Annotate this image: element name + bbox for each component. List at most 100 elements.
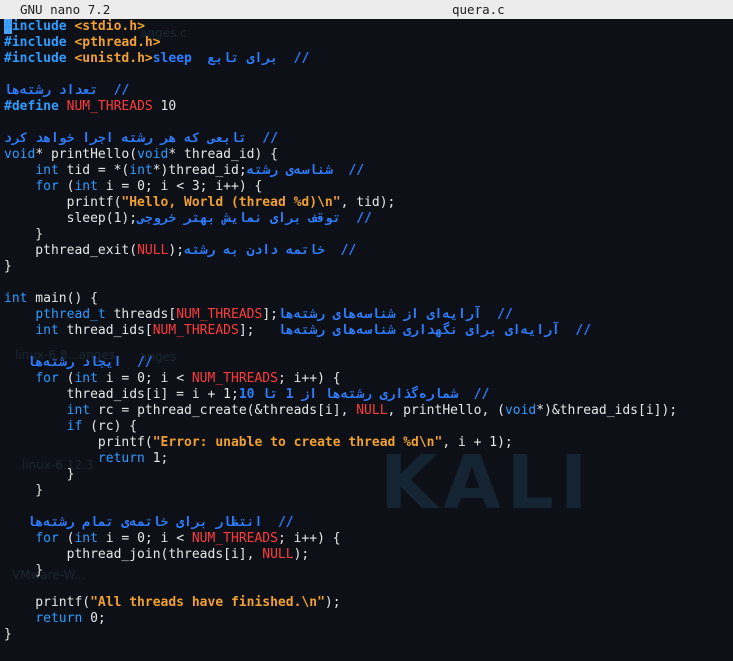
code-token: int — [74, 371, 98, 386]
code-line[interactable]: printf("Error: unable to create thread %… — [0, 435, 733, 451]
code-line[interactable]: return 1; — [0, 451, 733, 467]
code-line[interactable]: #include <unistd.h>// برای تابع sleep — [0, 51, 733, 67]
code-line[interactable] — [0, 275, 733, 291]
code-line[interactable]: pthread_exit(NULL);// خاتمه دادن به رشته — [0, 243, 733, 259]
code-line[interactable]: int rc = pthread_create(&threads[i], NUL… — [0, 403, 733, 419]
code-token: *)&thread_ids[i]); — [536, 403, 678, 418]
code-token: void — [137, 147, 169, 162]
code-token: // تعداد رشته‌ها — [4, 83, 130, 98]
code-token: NUM_THREADS — [191, 371, 278, 386]
code-line[interactable] — [0, 499, 733, 515]
code-line[interactable]: #define NUM_THREADS 10 — [0, 99, 733, 115]
code-line[interactable]: for (int i = 0; i < NUM_THREADS; i++) { — [0, 531, 733, 547]
code-token: int — [4, 291, 28, 306]
code-token: 1; — [144, 451, 169, 466]
code-token: sleep(1); — [4, 211, 138, 226]
code-token: return — [97, 451, 145, 466]
code-line[interactable]: #include <pthread.h> — [0, 35, 733, 51]
code-token: } — [4, 259, 12, 274]
code-token: printf( — [4, 435, 153, 450]
code-line[interactable]: for (int i = 0; i < 3; i++) { — [0, 179, 733, 195]
code-token: // برای تابع sleep — [152, 51, 310, 66]
code-token: 10 — [152, 99, 177, 114]
code-line[interactable]: int main() { — [0, 291, 733, 307]
code-token: // خاتمه دادن به رشته — [184, 243, 357, 258]
code-line[interactable]: } — [0, 627, 733, 643]
code-line[interactable]: pthread_join(threads[i], NULL); — [0, 547, 733, 563]
text-cursor: # — [4, 19, 12, 34]
code-line[interactable]: } — [0, 227, 733, 243]
code-line[interactable]: return 0; — [0, 611, 733, 627]
code-line[interactable]: printf("All threads have finished.\n"); — [0, 595, 733, 611]
code-line[interactable]: for (int i = 0; i < NUM_THREADS; i++) { — [0, 371, 733, 387]
code-token: (rc) { — [82, 419, 138, 434]
code-line[interactable]: sleep(1);// توقف برای نمایش بهتر خروجی — [0, 211, 733, 227]
code-token: NULL — [137, 243, 169, 258]
code-token: // انتظار برای خاتمه‌ی تمام رشته‌ها — [27, 515, 294, 530]
code-token: *)thread_id; — [152, 163, 247, 178]
code-token: // آرایه‌ای برای نگهداری شناسه‌های رشته‌… — [277, 323, 592, 338]
code-line[interactable]: if (rc) { — [0, 419, 733, 435]
code-token: "All threads have finished.\n" — [90, 595, 325, 610]
code-token: int — [35, 323, 59, 338]
code-token: include — [11, 19, 75, 34]
code-line[interactable]: void* printHello(void* thread_id) { — [0, 147, 733, 163]
code-token: ); — [168, 243, 185, 258]
code-line[interactable]: int tid = *(int*)thread_id;// شناسه‌ی رش… — [0, 163, 733, 179]
code-line[interactable]: } — [0, 563, 733, 579]
code-token: // شماره‌گذاری رشته‌ها از 1 تا 10 — [238, 387, 490, 402]
code-token: ( — [58, 371, 75, 386]
code-token: // آرایه‌ای از شناسه‌های رشته‌ها — [277, 307, 513, 322]
code-token: int — [129, 163, 153, 178]
code-token: } — [4, 563, 44, 578]
code-token: } — [4, 227, 44, 242]
code-line[interactable] — [0, 579, 733, 595]
code-token: // تابعی که هر رشته اجرا خواهد کرد — [4, 131, 278, 146]
code-token: ]; — [238, 323, 278, 338]
code-line[interactable] — [0, 115, 733, 131]
code-line[interactable]: // انتظار برای خاتمه‌ی تمام رشته‌ها — [0, 515, 733, 531]
code-token: #include — [4, 35, 75, 50]
code-token: NUM_THREADS — [191, 531, 278, 546]
code-line[interactable] — [0, 67, 733, 83]
code-token: void — [4, 147, 36, 162]
code-token: // توقف برای نمایش بهتر خروجی — [137, 211, 372, 226]
code-line[interactable]: printf("Hello, World (thread %d)\n", tid… — [0, 195, 733, 211]
code-token: int — [74, 531, 98, 546]
code-token: } — [4, 627, 12, 642]
code-line[interactable]: #include <stdio.h> — [0, 19, 733, 35]
code-token: i = 0; i < 3; i++) { — [97, 179, 263, 194]
code-token: // شناسه‌ی رشته — [246, 163, 365, 178]
code-token: #define — [4, 99, 67, 114]
code-token: <stdio.h> — [74, 19, 145, 34]
code-token: int — [74, 179, 98, 194]
code-token: NUM_THREADS — [66, 99, 153, 114]
code-line[interactable]: int thread_ids[NUM_THREADS]; // آرایه‌ای… — [0, 323, 733, 339]
code-line[interactable]: // تابعی که هر رشته اجرا خواهد کرد — [0, 131, 733, 147]
code-line[interactable]: pthread_t threads[NUM_THREADS];// آرایه‌… — [0, 307, 733, 323]
editor-name: GNU nano 7.2 — [20, 2, 111, 17]
code-line[interactable]: // ایجاد رشته‌ها — [0, 355, 733, 371]
code-line[interactable]: } — [0, 467, 733, 483]
code-line[interactable]: } — [0, 259, 733, 275]
code-line[interactable]: // تعداد رشته‌ها — [0, 83, 733, 99]
code-token: NUM_THREADS — [152, 323, 239, 338]
code-token: tid = *( — [58, 163, 130, 178]
code-line[interactable] — [0, 339, 733, 355]
code-token: , printHello, ( — [387, 403, 505, 418]
code-token: ; i++) { — [277, 531, 341, 546]
code-token: for — [35, 371, 59, 386]
code-line[interactable]: } — [0, 483, 733, 499]
code-token: ; i++) { — [277, 371, 341, 386]
code-editor[interactable]: #include <stdio.h> #include <pthread.h> #i… — [0, 19, 733, 643]
code-token: } — [4, 483, 44, 498]
code-token: printf( — [4, 595, 91, 610]
code-token: thread_ids[i] = i + 1; — [4, 387, 239, 402]
code-token: , tid); — [340, 195, 396, 210]
code-token: pthread_join(threads[i], — [4, 547, 263, 562]
code-token: for — [35, 179, 59, 194]
code-line[interactable]: thread_ids[i] = i + 1;// شماره‌گذاری رشت… — [0, 387, 733, 403]
